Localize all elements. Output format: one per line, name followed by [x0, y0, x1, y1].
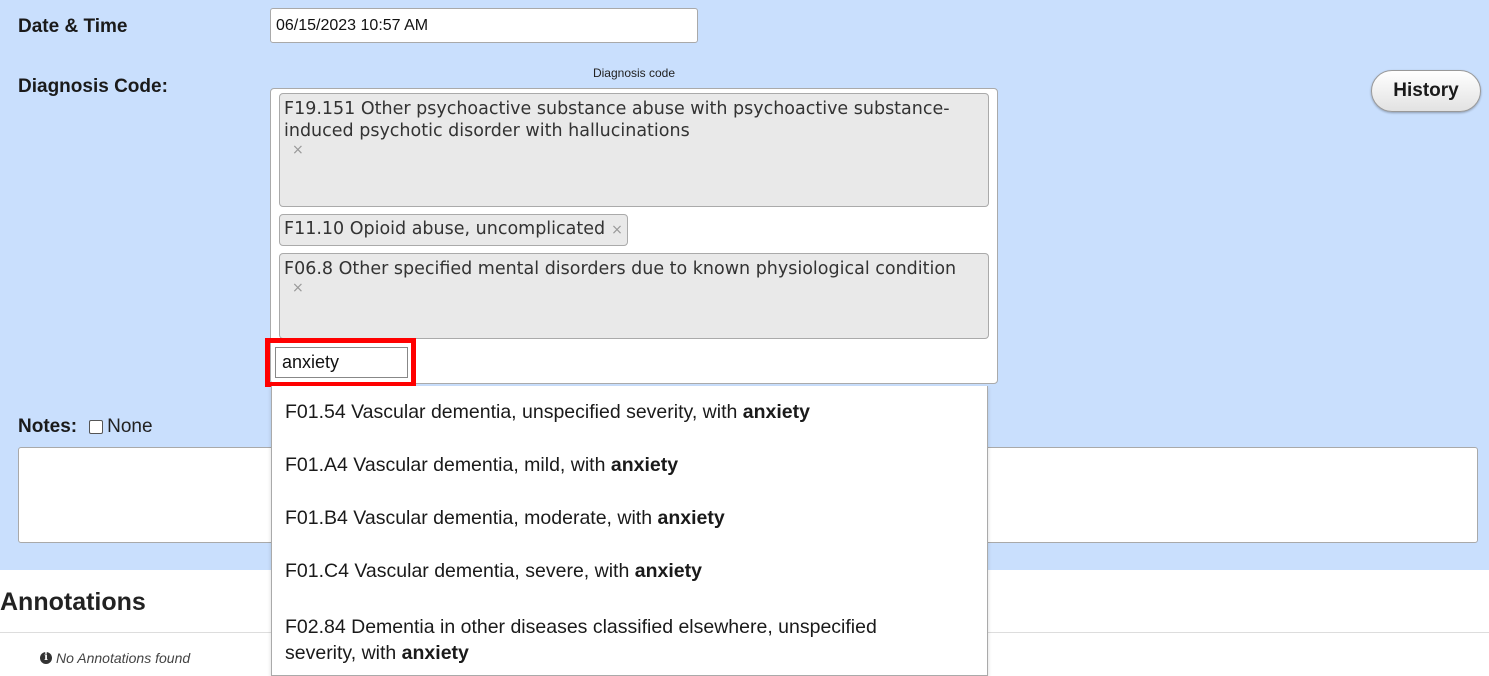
date-time-label: Date & Time	[18, 16, 128, 37]
selected-code-text: F19.151 Other psychoactive substance abu…	[284, 99, 950, 141]
selected-code-chip: F11.10 Opioid abuse, uncomplicated ×	[279, 214, 628, 246]
date-time-input[interactable]	[270, 8, 698, 43]
selected-code-text: F11.10 Opioid abuse, uncomplicated	[284, 219, 606, 239]
suggestion-match: anxiety	[610, 454, 679, 476]
diagnosis-code-caption: Diagnosis code	[592, 66, 676, 80]
diagnosis-code-label: Diagnosis Code:	[18, 76, 168, 97]
annotations-empty-message: i No Annotations found	[40, 650, 190, 666]
suggestion-option[interactable]: F02.84 Dementia in other diseases classi…	[272, 614, 912, 666]
suggestion-option[interactable]: F01.B4 Vascular dementia, moderate, with…	[272, 505, 987, 531]
suggestion-option[interactable]: F01.A4 Vascular dementia, mild, with anx…	[272, 452, 987, 478]
selected-code-chip: F19.151 Other psychoactive substance abu…	[279, 93, 989, 207]
suggestion-option[interactable]: F01.54 Vascular dementia, unspecified se…	[272, 399, 987, 425]
notes-none-checkbox[interactable]	[89, 420, 104, 434]
suggestion-match: anxiety	[634, 560, 702, 582]
remove-code-icon[interactable]: ×	[605, 222, 623, 238]
selected-code-chip: F06.8 Other specified mental disorders d…	[279, 253, 989, 339]
remove-code-icon[interactable]: ×	[284, 142, 984, 158]
suggestion-text: F01.54 Vascular dementia, unspecified se…	[285, 401, 743, 423]
suggestion-text: F01.B4 Vascular dementia, moderate, with	[285, 507, 658, 529]
notes-none-label: None	[107, 416, 153, 437]
notes-row: Notes: None	[18, 416, 153, 438]
notes-label: Notes:	[18, 416, 78, 437]
diagnosis-search-input[interactable]	[275, 347, 408, 378]
suggestion-text: F01.C4 Vascular dementia, severe, with	[285, 560, 635, 582]
history-button[interactable]: History	[1371, 70, 1481, 112]
suggestion-text: F02.84 Dementia in other diseases classi…	[285, 616, 877, 664]
suggestion-match: anxiety	[401, 642, 469, 664]
suggestion-option[interactable]: F01.C4 Vascular dementia, severe, with a…	[272, 558, 987, 584]
annotations-empty-text: No Annotations found	[56, 650, 191, 666]
selected-code-text: F06.8 Other specified mental disorders d…	[284, 259, 957, 279]
remove-code-icon[interactable]: ×	[284, 280, 984, 296]
suggestion-match: anxiety	[657, 507, 725, 529]
annotations-heading: Annotations	[0, 588, 146, 616]
diagnosis-suggestions-dropdown: F01.54 Vascular dementia, unspecified se…	[271, 386, 988, 676]
info-circle-icon: i	[40, 652, 52, 664]
suggestion-match: anxiety	[742, 401, 810, 423]
suggestion-text: F01.A4 Vascular dementia, mild, with	[285, 454, 611, 476]
